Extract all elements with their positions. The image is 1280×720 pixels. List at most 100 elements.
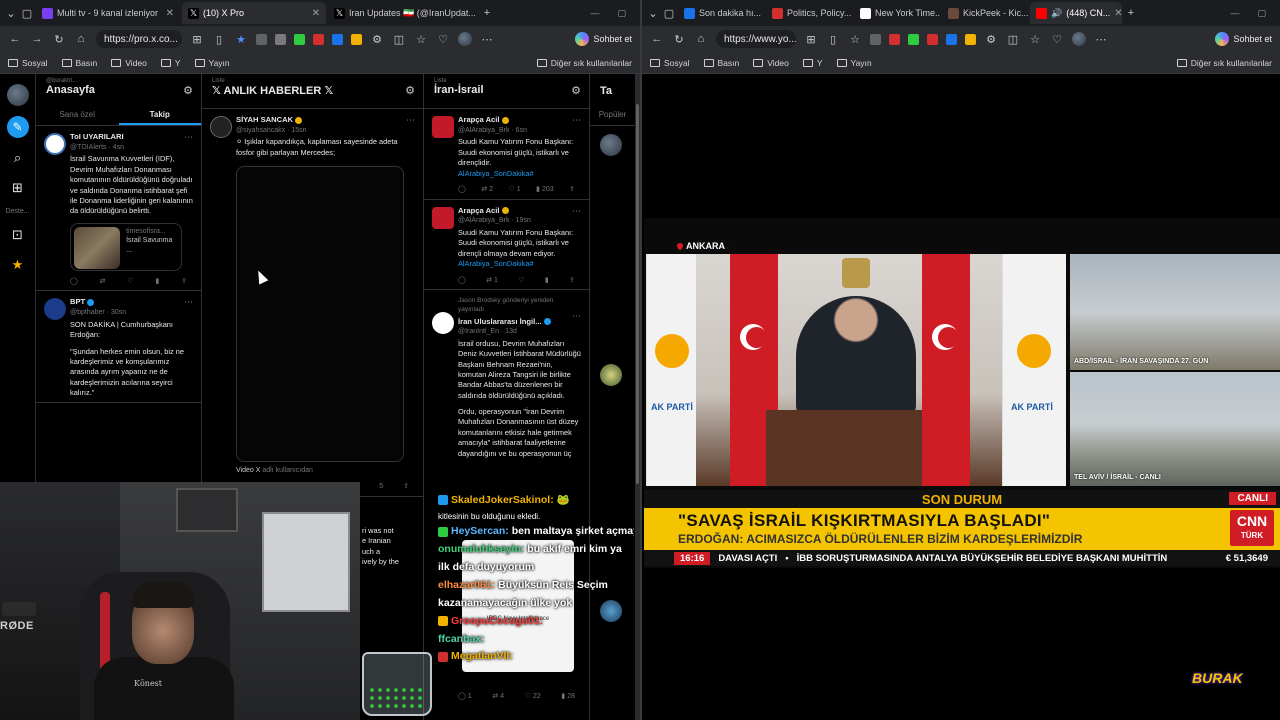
- user-avatar[interactable]: [6, 84, 29, 106]
- tab-menu-icon[interactable]: ⌄: [4, 7, 18, 20]
- split-screen-icon[interactable]: ◫: [1006, 33, 1020, 46]
- more-menu-icon[interactable]: ⋯: [1094, 33, 1108, 46]
- tab-kickpeek[interactable]: KickPeek - Kic...: [942, 2, 1028, 24]
- extension-icon[interactable]: [965, 33, 976, 45]
- tweet-author[interactable]: Arapça Acil: [458, 206, 500, 215]
- retweet-icon[interactable]: ⇄ 4: [492, 692, 504, 700]
- views-icon[interactable]: ▮ 28: [561, 692, 575, 700]
- copilot-button[interactable]: Sohbet et: [575, 32, 632, 46]
- tweet-avatar[interactable]: [432, 206, 454, 229]
- star-icon[interactable]: ★: [8, 255, 28, 275]
- tweet-author[interactable]: Arapça Acil: [458, 115, 500, 124]
- translate-icon[interactable]: ⊞: [190, 33, 204, 46]
- extension-icon[interactable]: [256, 33, 267, 45]
- maximize-icon[interactable]: ▢: [1257, 8, 1266, 19]
- extension-icon[interactable]: [351, 33, 362, 45]
- bookmark-folder[interactable]: Basın: [703, 58, 739, 68]
- tab-nyt[interactable]: New York Time...: [854, 2, 940, 24]
- scrollbar-thumb[interactable]: [636, 104, 639, 484]
- favorite-star-icon[interactable]: ★: [234, 33, 248, 46]
- add-column-icon[interactable]: ⊞: [8, 178, 28, 198]
- reader-icon[interactable]: ▯: [826, 33, 840, 46]
- forward-icon[interactable]: →: [30, 33, 44, 45]
- refresh-icon[interactable]: ↻: [52, 33, 66, 46]
- extension-icon[interactable]: [927, 33, 938, 45]
- tab-youtube-cnn[interactable]: 🔊 (448) CN... ✕: [1030, 2, 1122, 24]
- favorites-icon[interactable]: ☆: [1028, 33, 1042, 46]
- share-icon[interactable]: ⇪: [569, 276, 575, 286]
- deck-icon[interactable]: ⊡: [8, 225, 28, 245]
- compose-icon[interactable]: ✎: [6, 116, 29, 138]
- profile-avatar[interactable]: [458, 32, 472, 46]
- share-icon[interactable]: ⇪: [403, 482, 409, 492]
- bookmark-folder[interactable]: Basın: [61, 58, 97, 68]
- settings-gear-icon[interactable]: ⚙: [405, 84, 415, 97]
- tweet[interactable]: Arapça Acil @AlArabiya_Brk · 19sn ⋯ Suud…: [424, 200, 589, 291]
- tweet[interactable]: Jason Brodsky gönderiyi yeniden yayınlad…: [424, 290, 589, 463]
- new-tab-icon[interactable]: +: [1124, 7, 1138, 19]
- extension-icon[interactable]: [332, 33, 343, 45]
- more-icon[interactable]: ⋯: [572, 114, 581, 127]
- hashtag-link[interactable]: AlArabiya_SonDakika#: [458, 169, 581, 179]
- tweet[interactable]: Arapça Acil @AlArabiya_Brk · 6sn ⋯ Suudi…: [424, 108, 589, 200]
- bookmark-folder[interactable]: Y: [802, 58, 823, 68]
- tweet-author[interactable]: SİYAH SANCAK: [236, 115, 293, 124]
- tweet-avatar[interactable]: [432, 312, 454, 335]
- back-icon[interactable]: ←: [650, 33, 664, 45]
- home-icon[interactable]: ⌂: [694, 33, 708, 45]
- new-tab-icon[interactable]: +: [480, 7, 494, 19]
- copilot-button[interactable]: Sohbet et: [1215, 32, 1272, 46]
- tab-popular[interactable]: Popüler: [590, 108, 635, 125]
- tweet-avatar[interactable]: [432, 116, 454, 138]
- like-icon[interactable]: ♡ 1: [509, 185, 521, 195]
- reader-icon[interactable]: ▯: [212, 33, 226, 46]
- views-icon[interactable]: ▮: [155, 277, 159, 287]
- bookmark-folder[interactable]: Sosyal: [8, 58, 48, 68]
- retweet-icon[interactable]: ⇄ 2: [481, 185, 493, 195]
- collections-icon[interactable]: ♡: [436, 33, 450, 46]
- home-icon[interactable]: ⌂: [74, 33, 88, 45]
- refresh-icon[interactable]: ↻: [672, 33, 686, 46]
- bookmark-folder[interactable]: Sosyal: [650, 58, 690, 68]
- more-icon[interactable]: ⋯: [184, 131, 193, 144]
- other-favorites[interactable]: Diğer sık kullanılanlar: [1176, 58, 1272, 68]
- tweet-avatar[interactable]: [44, 298, 66, 321]
- tweet[interactable]: ToI UYARILARI @TOIAlerts · 4sn ⋯ İsrail …: [36, 126, 201, 292]
- extension-icon[interactable]: [908, 33, 919, 45]
- like-icon[interactable]: ♡: [127, 277, 133, 287]
- address-bar[interactable]: https://pro.x.co...: [96, 30, 182, 48]
- bookmark-folder[interactable]: Video: [111, 58, 147, 68]
- reply-icon[interactable]: ◯: [70, 277, 78, 287]
- tab-for-you[interactable]: Sana özel: [36, 108, 119, 125]
- settings-gear-icon[interactable]: ⚙: [183, 84, 193, 97]
- bookmark-folder[interactable]: Y: [160, 58, 181, 68]
- split-screen-icon[interactable]: ◫: [392, 33, 406, 46]
- tweet-author[interactable]: ToI UYARILARI: [70, 132, 124, 141]
- minimize-icon[interactable]: —: [590, 8, 599, 19]
- other-favorites[interactable]: Diğer sık kullanılanlar: [536, 58, 632, 68]
- reply-icon[interactable]: ◯ 1: [458, 692, 472, 700]
- like-icon[interactable]: ♡: [518, 276, 524, 286]
- retweet-icon[interactable]: ⇄ 1: [486, 276, 498, 286]
- tab-son-dakika[interactable]: Son dakika hı...: [678, 2, 764, 24]
- tab-menu-icon[interactable]: ⌄: [646, 7, 660, 20]
- tweet[interactable]: BPT @bpthaber · 30sn ⋯ SON DAKİKA | Cumh…: [36, 291, 201, 404]
- tab-iran-updates[interactable]: 𝕏 Iran Updates 🇮🇷 (@IranUpdat... ✕: [328, 2, 478, 24]
- tweet[interactable]: SİYAH SANCAK @siyahsancakx · 15sn ⋯ ⚪ Iş…: [202, 108, 423, 497]
- retweet-icon[interactable]: ⇄: [100, 277, 106, 287]
- search-icon[interactable]: ⌕: [8, 148, 28, 168]
- workspaces-icon[interactable]: ▢: [662, 7, 676, 20]
- video-player[interactable]: [236, 166, 404, 463]
- tweet-author[interactable]: İran Uluslararası İngil...: [458, 317, 542, 326]
- views-icon[interactable]: ▮ 203: [536, 185, 553, 195]
- extensions-puzzle-icon[interactable]: ⚙: [370, 33, 384, 46]
- maximize-icon[interactable]: ▢: [617, 8, 626, 19]
- address-bar[interactable]: https://www.yo...: [716, 30, 796, 48]
- bookmark-folder[interactable]: Yayın: [836, 58, 872, 68]
- workspaces-icon[interactable]: ▢: [20, 7, 34, 20]
- tweet-avatar[interactable]: [44, 133, 66, 155]
- extension-icon[interactable]: [294, 33, 305, 45]
- collections-icon[interactable]: ♡: [1050, 33, 1064, 46]
- back-icon[interactable]: ←: [8, 33, 22, 45]
- tab-xpro[interactable]: 𝕏 (10) X Pro ✕: [182, 2, 326, 24]
